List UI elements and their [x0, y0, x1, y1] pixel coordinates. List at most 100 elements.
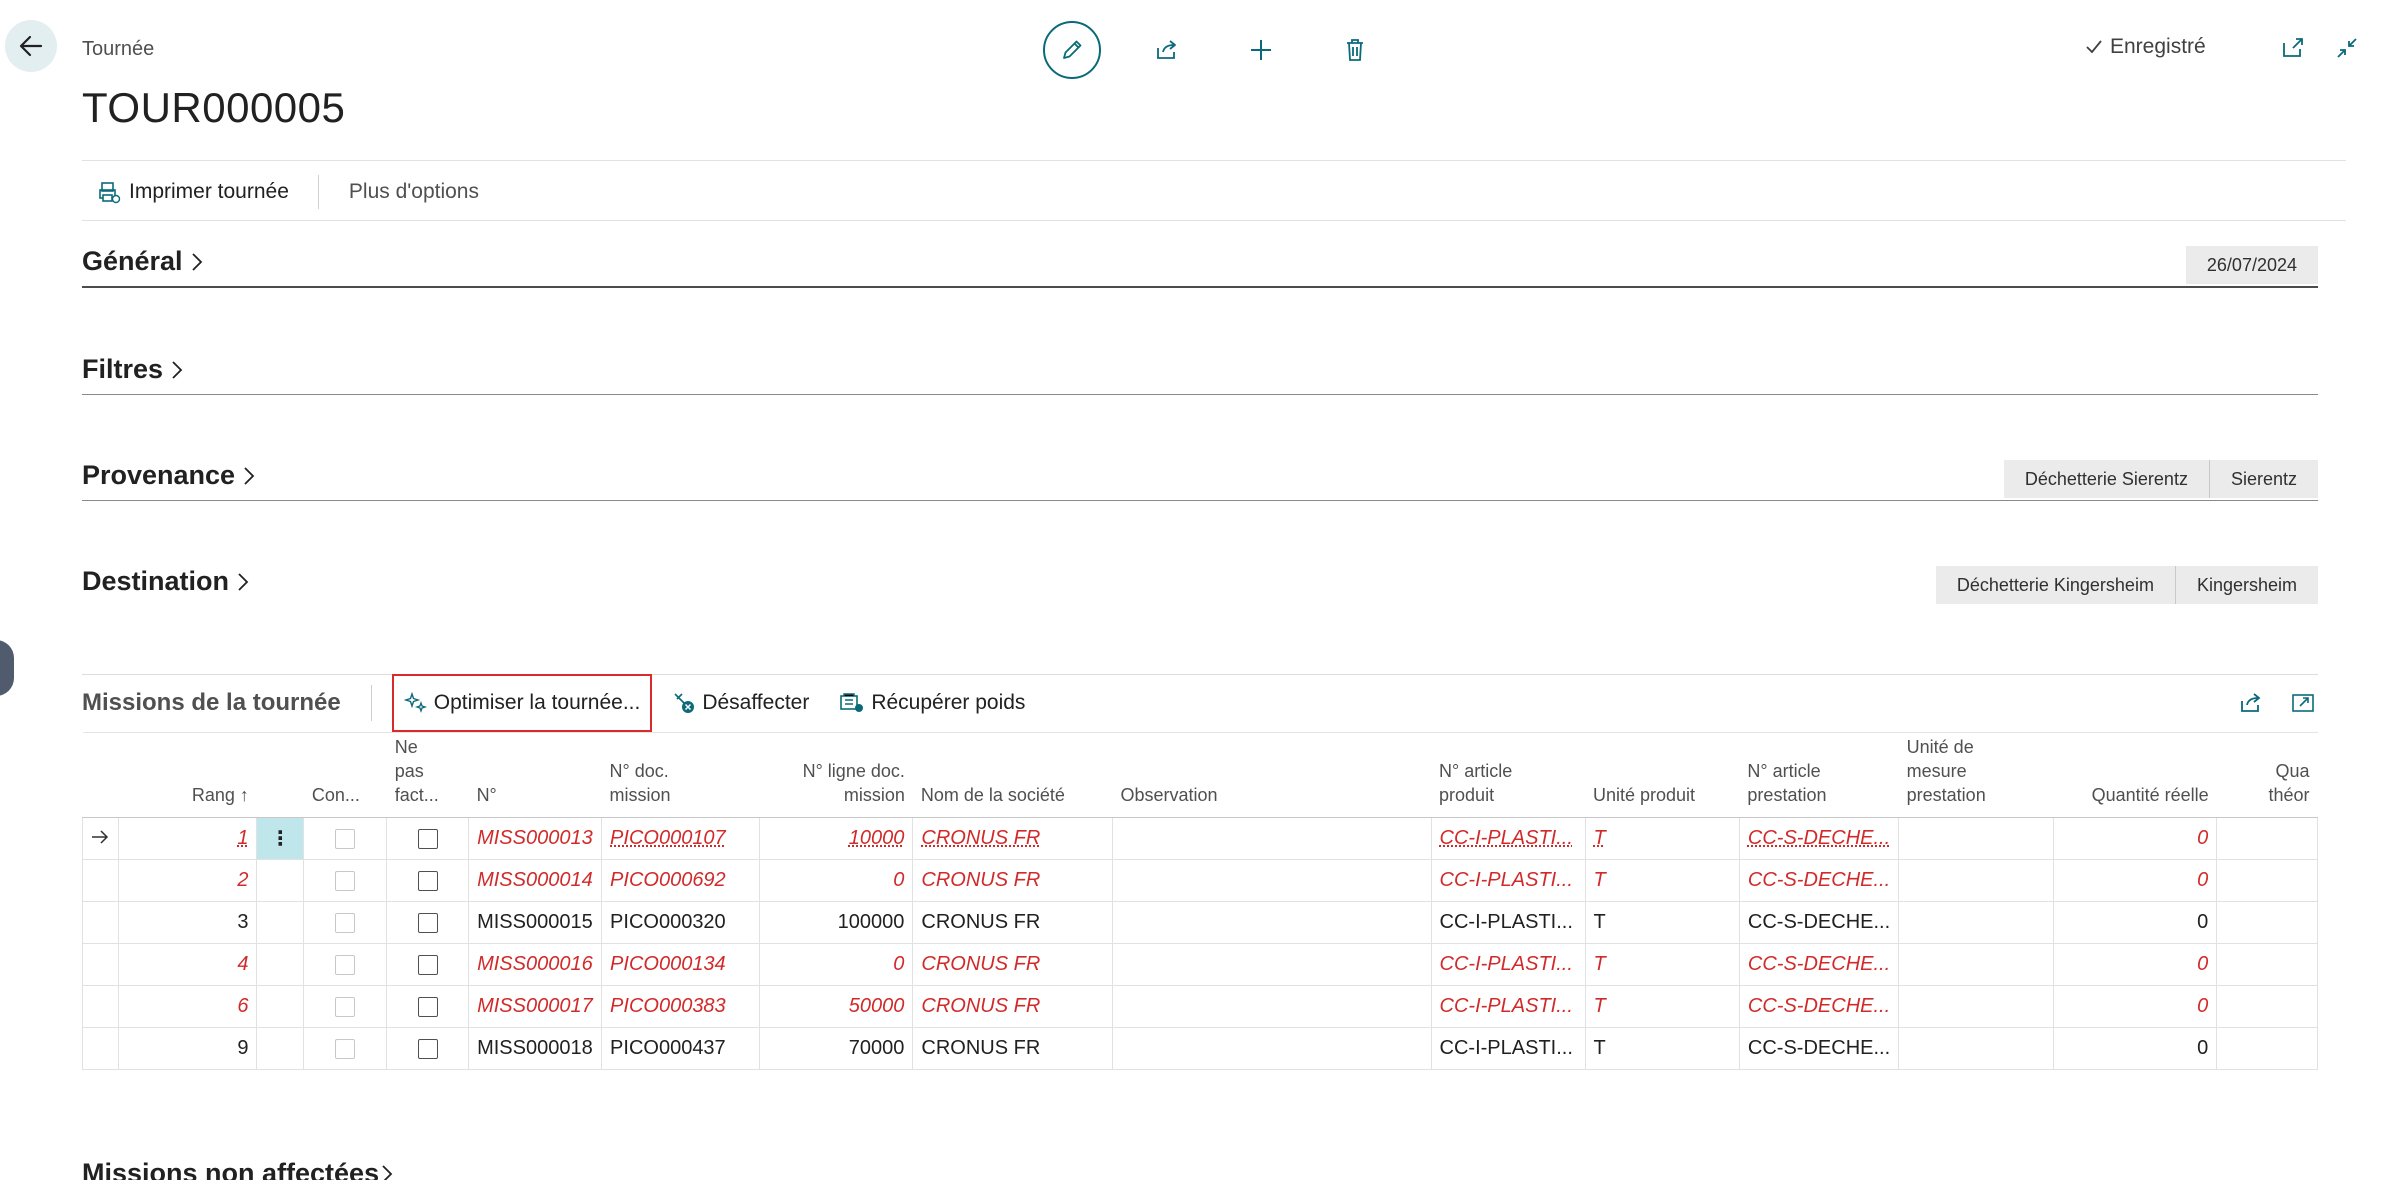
section-destination-header[interactable]: Destination	[82, 566, 251, 597]
cell-no[interactable]: MISS000013	[468, 817, 603, 860]
no-invoice-checkbox[interactable]	[417, 828, 438, 849]
cell-observation[interactable]	[1111, 943, 1432, 986]
cell-article[interactable]: CC-I-PLASTI...	[1430, 817, 1586, 860]
edit-button[interactable]	[1043, 21, 1101, 79]
cell-service-unit[interactable]	[1898, 985, 2054, 1028]
cell-qty[interactable]: 0	[2052, 1027, 2218, 1070]
cell-service-unit[interactable]	[1898, 943, 2054, 986]
cell-no[interactable]: MISS000017	[468, 985, 603, 1028]
col-line[interactable]: N° ligne doc. mission	[759, 732, 913, 818]
cell-service[interactable]: CC-S-DECHE...	[1738, 985, 1900, 1028]
cell-unit[interactable]: T	[1584, 985, 1740, 1028]
cell-doc[interactable]: PICO000692	[601, 859, 760, 902]
col-observation[interactable]: Observation	[1112, 732, 1432, 818]
row-indicator[interactable]	[82, 985, 119, 1028]
cell-company[interactable]: CRONUS FR	[912, 943, 1113, 986]
cell-company[interactable]: CRONUS FR	[912, 1027, 1113, 1070]
cell-no[interactable]: MISS000018	[468, 1027, 603, 1070]
col-unit[interactable]: Unité produit	[1585, 732, 1740, 818]
no-invoice-checkbox[interactable]	[417, 912, 438, 933]
cell-qty-theo[interactable]	[2216, 1027, 2318, 1070]
share-button[interactable]	[1139, 22, 1195, 78]
row-menu-cell[interactable]	[256, 943, 305, 986]
con-checkbox[interactable]	[335, 954, 356, 975]
cell-rank[interactable]: 9	[117, 1027, 258, 1070]
side-panel-handle[interactable]	[0, 640, 14, 696]
section-general-header[interactable]: Général	[82, 246, 205, 277]
cell-doc[interactable]: PICO000437	[601, 1027, 760, 1070]
more-options-button[interactable]: Plus d'options	[333, 180, 494, 204]
cell-no[interactable]: MISS000016	[468, 943, 603, 986]
cell-qty-theo[interactable]	[2216, 985, 2318, 1028]
cell-con[interactable]	[303, 943, 388, 986]
cell-service-unit[interactable]	[1898, 859, 2054, 902]
cell-article[interactable]: CC-I-PLASTI...	[1430, 859, 1586, 902]
col-article[interactable]: N° article produit	[1431, 732, 1585, 818]
cell-observation[interactable]	[1111, 985, 1432, 1028]
cell-con[interactable]	[303, 901, 388, 944]
cell-no-invoice[interactable]	[386, 985, 470, 1028]
col-no[interactable]: N°	[468, 732, 602, 818]
cell-line[interactable]: 10000	[758, 817, 914, 860]
con-checkbox[interactable]	[335, 996, 356, 1017]
cell-article[interactable]: CC-I-PLASTI...	[1430, 985, 1586, 1028]
cell-con[interactable]	[303, 1027, 388, 1070]
cell-rank[interactable]: 6	[117, 985, 258, 1028]
table-row[interactable]: 3 MISS000015 PICO000320 100000 CRONUS FR…	[82, 901, 2318, 944]
col-qty[interactable]: Quantité réelle	[2053, 732, 2217, 818]
open-new-window-button[interactable]	[2278, 33, 2308, 63]
cell-no-invoice[interactable]	[386, 943, 470, 986]
back-button[interactable]	[5, 20, 57, 72]
cell-service-unit[interactable]	[1898, 901, 2054, 944]
row-menu-cell[interactable]	[256, 859, 305, 902]
cell-company[interactable]: CRONUS FR	[912, 985, 1113, 1028]
cell-article[interactable]: CC-I-PLASTI...	[1430, 943, 1586, 986]
row-indicator[interactable]	[82, 817, 119, 860]
optimize-tour-button[interactable]: Optimiser la tournée...	[391, 674, 653, 732]
cell-doc[interactable]: PICO000134	[601, 943, 760, 986]
con-checkbox[interactable]	[335, 912, 356, 933]
cell-con[interactable]	[303, 817, 388, 860]
col-rank[interactable]: Rang ↑	[118, 732, 257, 818]
cell-unit[interactable]: T	[1584, 859, 1740, 902]
cell-no-invoice[interactable]	[386, 859, 470, 902]
cell-article[interactable]: CC-I-PLASTI...	[1430, 901, 1586, 944]
missions-expand-button[interactable]	[2288, 688, 2318, 718]
cell-qty-theo[interactable]	[2216, 859, 2318, 902]
cell-observation[interactable]	[1111, 859, 1432, 902]
cell-service[interactable]: CC-S-DECHE...	[1738, 943, 1900, 986]
cell-qty-theo[interactable]	[2216, 901, 2318, 944]
cell-no[interactable]: MISS000015	[468, 901, 603, 944]
collapse-button[interactable]	[2332, 33, 2362, 63]
con-checkbox[interactable]	[335, 828, 356, 849]
table-row[interactable]: 9 MISS000018 PICO000437 70000 CRONUS FR …	[82, 1027, 2318, 1070]
col-no-invoice[interactable]: Ne pas fact...	[386, 732, 469, 818]
cell-rank[interactable]: 3	[117, 901, 258, 944]
cell-doc[interactable]: PICO000320	[601, 901, 760, 944]
cell-con[interactable]	[303, 859, 388, 902]
add-button[interactable]	[1233, 22, 1289, 78]
no-invoice-checkbox[interactable]	[417, 996, 438, 1017]
section-origin-header[interactable]: Provenance	[82, 460, 257, 491]
cell-unit[interactable]: T	[1584, 817, 1740, 860]
row-indicator[interactable]	[82, 859, 119, 902]
row-menu-cell[interactable]	[256, 1027, 305, 1070]
col-service-unit[interactable]: Unité de mesure prestation	[1898, 732, 2054, 818]
con-checkbox[interactable]	[335, 870, 356, 891]
print-tour-button[interactable]: Imprimer tournée	[82, 180, 304, 204]
table-row[interactable]: 1 ⋮ MISS000013 PICO000107 10000 CRONUS F…	[82, 817, 2318, 860]
table-row[interactable]: 4 MISS000016 PICO000134 0 CRONUS FR CC-I…	[82, 943, 2318, 986]
cell-no[interactable]: MISS000014	[468, 859, 603, 902]
cell-observation[interactable]	[1111, 901, 1432, 944]
get-weights-button[interactable]: Récupérer poids	[829, 676, 1035, 730]
delete-button[interactable]	[1327, 22, 1383, 78]
row-indicator[interactable]	[82, 943, 119, 986]
cell-service-unit[interactable]	[1898, 817, 2054, 860]
section-filters-header[interactable]: Filtres	[82, 354, 185, 385]
cell-qty[interactable]: 0	[2052, 943, 2218, 986]
col-doc[interactable]: N° doc. mission	[601, 732, 760, 818]
row-menu-button[interactable]: ⋮	[256, 817, 305, 860]
cell-service[interactable]: CC-S-DECHE...	[1738, 859, 1900, 902]
cell-rank[interactable]: 1	[117, 817, 258, 860]
row-menu-cell[interactable]	[256, 985, 305, 1028]
